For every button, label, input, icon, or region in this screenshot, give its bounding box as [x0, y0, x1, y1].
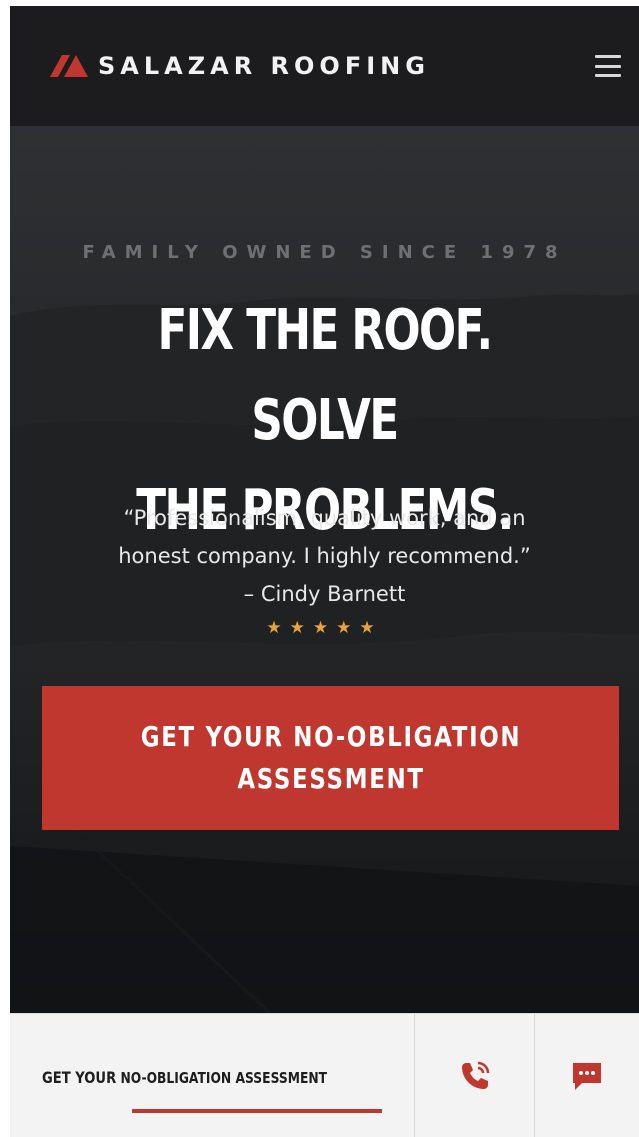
hamburger-menu-icon[interactable] — [595, 55, 621, 77]
bottom-cta-text: GET YOUR NO-OBLIGATION ASSESSMENT — [42, 1068, 327, 1087]
bottom-cta-prefix: GET YOUR — [42, 1068, 117, 1087]
chat-message-icon — [573, 1063, 601, 1090]
phone-call-icon — [461, 1061, 489, 1089]
sticky-bottom-bar: GET YOUR NO-OBLIGATION ASSESSMENT — [10, 1013, 639, 1137]
hero-content: FAMILY OWNED SINCE 1978 FIX THE ROOF. SO… — [10, 126, 639, 1013]
site-header: SALAZAR ROOFING — [10, 6, 639, 126]
bottom-cta-underline — [132, 1109, 382, 1113]
bottom-cta-main: NO-OBLIGATION ASSESSMENT — [120, 1069, 328, 1087]
cta-label: GET YOUR NO-OBLIGATION ASSESSMENT — [101, 716, 560, 800]
rating-stars: ★★★★★ — [266, 618, 383, 637]
chat-button[interactable] — [535, 1014, 639, 1137]
testimonial-author: – Cindy Barnett — [243, 582, 406, 606]
page-frame: SALAZAR ROOFING FAMILY OWNED SINCE 1978 … — [10, 6, 639, 1137]
hero-eyebrow: FAMILY OWNED SINCE 1978 — [82, 242, 567, 263]
call-button[interactable] — [415, 1014, 535, 1137]
roof-logo-icon — [50, 55, 88, 77]
hero-headline-line-1: FIX THE ROOF. SOLVE — [157, 298, 493, 453]
assessment-cta-button[interactable]: GET YOUR NO-OBLIGATION ASSESSMENT — [42, 686, 619, 830]
hero-section: FAMILY OWNED SINCE 1978 FIX THE ROOF. SO… — [10, 126, 639, 1013]
testimonial-quote: “Professionalism, quality work, and an h… — [65, 499, 584, 613]
brand-name: SALAZAR ROOFING — [98, 52, 430, 80]
testimonial-line-1: “Professionalism, quality work, and an — [123, 506, 526, 530]
cta-label-line-1: GET YOUR NO-OBLIGATION — [140, 720, 521, 753]
testimonial-line-2: honest company. I highly recommend.” — [118, 544, 531, 568]
bottom-assessment-link[interactable]: GET YOUR NO-OBLIGATION ASSESSMENT — [10, 1014, 415, 1137]
brand-link[interactable]: SALAZAR ROOFING — [50, 52, 430, 80]
cta-label-line-2: ASSESSMENT — [236, 762, 425, 795]
